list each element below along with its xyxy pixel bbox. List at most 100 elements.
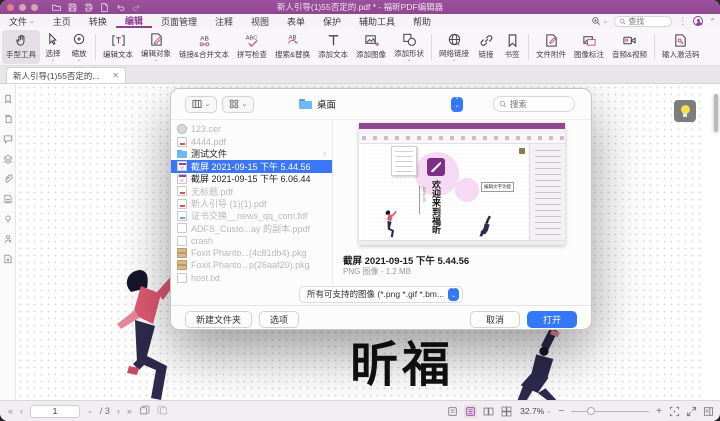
undo-icon[interactable] <box>116 3 125 12</box>
file-row[interactable]: 123.cer <box>171 123 332 135</box>
menu-convert[interactable]: 转换 <box>80 14 116 28</box>
add-image-button[interactable]: 添加图像 <box>352 30 390 64</box>
fullscreen-icon[interactable] <box>686 406 697 417</box>
zoom-in-icon[interactable]: + <box>656 406 662 417</box>
menu-home[interactable]: 主页 <box>44 14 80 28</box>
dialog-search-box[interactable] <box>493 96 575 112</box>
tips-lightbulb-button[interactable] <box>674 100 696 122</box>
facing-view-icon[interactable] <box>482 405 495 418</box>
signature-panel-icon[interactable] <box>3 234 13 244</box>
edit-object-button[interactable]: 编辑对象 ⌄ <box>137 30 175 64</box>
audio-video-button[interactable]: 音频&视频 <box>608 30 651 64</box>
menu-view[interactable]: 视图 <box>242 14 278 28</box>
maximize-window-button[interactable] <box>31 4 38 11</box>
file-row[interactable]: Foxit Phanto...p(26aaf20).pkg <box>171 259 332 271</box>
more-options-icon[interactable]: ⋮ <box>678 16 687 27</box>
fit-page-icon[interactable] <box>669 406 680 417</box>
single-page-view-icon[interactable] <box>446 405 459 418</box>
location-stepper-icon[interactable]: ⌃⌄ <box>451 97 463 112</box>
save-icon[interactable] <box>68 3 77 12</box>
file-row[interactable]: Foxit Phanto...(4c81db4).pkg <box>171 247 332 259</box>
add-shape-button[interactable]: 添加形状 ⌄ <box>390 30 428 64</box>
menu-form[interactable]: 表单 <box>278 14 314 28</box>
cancel-button[interactable]: 取消 <box>470 311 520 328</box>
attachments-panel-icon[interactable] <box>3 174 13 184</box>
spell-check-button[interactable]: ABC 拼写检查 <box>233 30 271 64</box>
file-row[interactable]: 4444.pdf <box>171 135 332 147</box>
location-dropdown[interactable]: 桌面 ⌃⌄ <box>297 95 465 113</box>
menu-edit[interactable]: 编辑 <box>116 14 152 28</box>
file-row[interactable]: 新人引导 (1)(1).pdf <box>171 197 332 209</box>
column-view-button[interactable]: ⌄ <box>185 96 217 113</box>
file-row[interactable]: 无标题.pdf <box>171 185 332 197</box>
next-view-icon[interactable] <box>157 405 168 418</box>
menu-comment[interactable]: 注释 <box>206 14 242 28</box>
continuous-facing-view-icon[interactable] <box>500 405 513 418</box>
web-link-button[interactable]: 网络链接 ⌄ <box>435 30 473 64</box>
menu-accessibility-tools[interactable]: 辅助工具 <box>350 14 404 28</box>
search-replace-button[interactable]: AB 搜索&替换 <box>271 30 314 64</box>
export-panel-icon[interactable] <box>3 254 13 264</box>
redo-icon[interactable] <box>132 3 141 12</box>
print-icon[interactable] <box>84 3 93 12</box>
zoom-out-icon[interactable]: − <box>558 406 564 417</box>
quick-zoom-tool[interactable]: ⌄ <box>591 16 608 26</box>
continuous-view-icon[interactable] <box>464 405 477 418</box>
file-row-selected[interactable]: 截屏 2021-09-15 下午 5.44.56 <box>171 160 332 172</box>
options-button[interactable]: 选项 <box>259 311 299 328</box>
zoom-tool-button[interactable]: 缩放 ⌄ <box>66 30 92 64</box>
bookmarks-panel-icon[interactable] <box>3 94 13 104</box>
link-join-text-button[interactable]: AB 链接&合并文本 <box>175 30 233 64</box>
file-attachment-button[interactable]: 文件附件 <box>532 30 570 64</box>
add-text-button[interactable]: 添加文本 <box>314 30 352 64</box>
file-type-stepper-icon[interactable]: ⌃⌄ <box>448 288 459 301</box>
find-search-box[interactable] <box>614 16 672 27</box>
new-folder-button[interactable]: 新建文件夹 <box>185 311 252 328</box>
group-view-button[interactable]: ⌄ <box>222 96 254 113</box>
menu-page-organize[interactable]: 页面管理 <box>152 14 206 28</box>
last-page-icon[interactable]: » <box>127 406 132 416</box>
zoom-slider-knob[interactable] <box>587 407 595 415</box>
new-document-icon[interactable] <box>100 3 109 12</box>
file-row[interactable]: host.txt <box>171 272 332 284</box>
collapse-toolbar-icon[interactable]: ⌃ <box>709 17 716 26</box>
image-annotation-button[interactable]: 图像标注 <box>570 30 608 64</box>
menu-help[interactable]: 帮助 <box>404 14 440 28</box>
next-page-icon[interactable]: › <box>117 406 120 416</box>
folder-row[interactable]: 测试文件› <box>171 148 332 160</box>
pages-panel-icon[interactable] <box>3 114 13 124</box>
page-number-input[interactable] <box>30 405 80 418</box>
first-page-icon[interactable]: « <box>8 406 13 416</box>
previous-view-icon[interactable] <box>139 405 150 418</box>
zoom-slider[interactable] <box>571 406 649 416</box>
zoom-percentage-dropdown[interactable]: 32.7%⌄ <box>520 406 551 416</box>
menu-protect[interactable]: 保护 <box>314 14 350 28</box>
find-search-input[interactable] <box>628 17 667 26</box>
file-row[interactable]: crash <box>171 235 332 247</box>
dialog-search-input[interactable] <box>510 99 569 109</box>
menu-file[interactable]: 文件⌄ <box>0 14 44 28</box>
vertical-scrollbar[interactable] <box>713 84 719 400</box>
bookmark-button[interactable]: 书签 <box>499 30 525 64</box>
file-row[interactable]: 证书交换__news_qq_com.fdf <box>171 210 332 222</box>
account-icon[interactable] <box>693 16 703 26</box>
file-row[interactable]: ADFS_Custo...ay 的副本.ppdf <box>171 222 332 234</box>
close-window-button[interactable] <box>7 4 14 11</box>
fields-panel-icon[interactable] <box>3 194 13 204</box>
comments-panel-icon[interactable] <box>3 134 13 144</box>
file-type-dropdown[interactable]: 所有可支持的图像 (*.png *.gif *.bm... ⌃⌄ <box>299 286 463 303</box>
hand-tool-button[interactable]: 手型工具 <box>2 30 40 64</box>
reading-panel-icon[interactable] <box>703 406 714 417</box>
scrollbar-thumb[interactable] <box>714 94 718 132</box>
destinations-panel-icon[interactable] <box>3 214 13 224</box>
close-tab-icon[interactable]: ✕ <box>112 71 119 80</box>
file-row[interactable]: 截屏 2021-09-15 下午 6.06.44 <box>171 173 332 185</box>
previous-page-icon[interactable]: ‹ <box>20 406 23 416</box>
open-file-icon[interactable] <box>52 3 61 12</box>
open-button[interactable]: 打开 <box>527 311 577 328</box>
edit-text-button[interactable]: 编辑文本 <box>99 30 137 64</box>
link-button[interactable]: 链接 <box>473 30 499 64</box>
minimize-window-button[interactable] <box>19 4 26 11</box>
select-tool-button[interactable]: 选择 ⌄ <box>40 30 66 64</box>
layers-panel-icon[interactable] <box>3 154 13 164</box>
